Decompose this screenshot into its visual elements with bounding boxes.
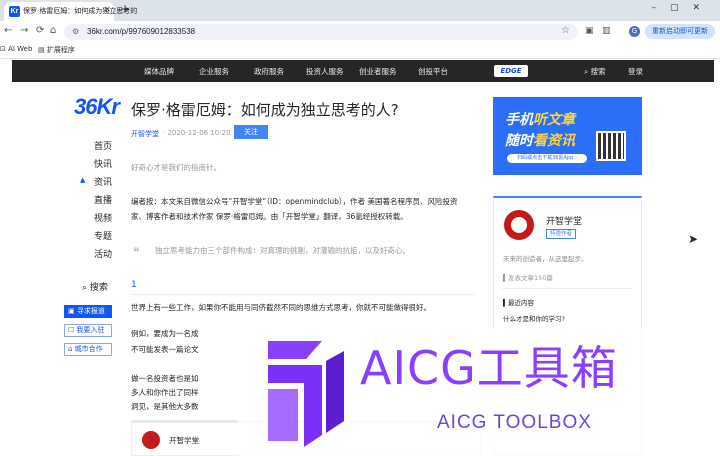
bookmarks-bar: ⊡ AI Web ▤ 扩展程序 — [0, 42, 720, 59]
ad-line-2: 随时看资讯 — [505, 133, 575, 149]
bookmark-item-extensions[interactable]: ▤ 扩展程序 — [38, 45, 75, 55]
nav-search-button[interactable]: ⌕ 搜索 — [584, 66, 606, 77]
bookmark-star-icon[interactable]: ☆ — [561, 25, 570, 36]
nav-badge[interactable]: EDGE — [494, 65, 528, 77]
window-controls[interactable]: –▢✕ — [651, 3, 714, 13]
article-summary: 好奇心才是我们的指南针。 — [131, 163, 221, 172]
watermark-subtitle: AICG TOOLBOX — [437, 412, 592, 433]
watermark-title: AICG工具箱 — [360, 341, 618, 395]
section-divider — [131, 294, 476, 295]
site-nav: 媒体品牌 企业服务 政府服务 投资人服务 创业者服务 创投平台 EDGE ⌕ 搜… — [12, 60, 714, 82]
ad-cta[interactable]: 扫码或点击下载36氪App › — [507, 154, 587, 163]
url-text[interactable]: 36kr.com/p/997609012833538 — [87, 27, 195, 36]
nav-item-enterprise[interactable]: 企业服务 — [199, 66, 229, 77]
back-icon[interactable]: ← — [4, 25, 12, 36]
app-download-ad[interactable]: 手机听文章 随时看资讯 扫码或点击下载36氪App › — [493, 97, 642, 175]
author-tag-badge: 特邀作者 — [546, 229, 576, 239]
author-description: 未来的创造者，从这里起步。 — [503, 255, 588, 263]
author-name[interactable]: 开智学堂 — [546, 214, 582, 227]
author-stats: ▍发表文章150篇 — [503, 274, 553, 282]
new-tab-button[interactable]: + — [120, 2, 130, 16]
nav-item-investor[interactable]: 投资人服务 — [306, 66, 344, 77]
nav-item-founder[interactable]: 创业者服务 — [359, 66, 397, 77]
browser-toolbar: ← → ⟳ ⌂ ⚙ 36kr.com/p/997609012833538 ☆ ▣… — [0, 21, 720, 42]
section-number: 1 — [131, 280, 137, 290]
close-tab-icon[interactable]: ✕ — [104, 5, 111, 14]
ad-line-1: 手机听文章 — [505, 112, 575, 128]
kr-favicon-icon: Kr — [9, 6, 20, 17]
quote-icon: ❝ — [133, 245, 140, 259]
follow-button[interactable]: 关注 — [234, 125, 268, 139]
extension-icons[interactable]: ▣ ▥ — [585, 26, 611, 36]
paragraph-2-line-1: 例如，要成为一名成 — [131, 329, 199, 338]
forward-icon[interactable]: → — [20, 25, 28, 36]
home-icon[interactable]: ⌂ — [50, 25, 56, 36]
sidebar-item-flash[interactable]: 快讯 — [94, 157, 112, 170]
sidebar-item-news[interactable]: 资讯 — [94, 175, 112, 188]
seek-coverage-button[interactable]: ▣ 寻求报道 — [64, 305, 112, 318]
author-avatar[interactable] — [504, 210, 534, 240]
editor-note-line-1: 编者按：本文来自微信公众号“开智学堂”（ID：openmindclub），作者 … — [131, 197, 458, 206]
sidebar-item-topics[interactable]: 专题 — [94, 229, 112, 242]
mouse-pointer-icon: ➤ — [688, 232, 699, 246]
publish-date: · 2020-12-06 10:20 — [163, 129, 231, 137]
aicg-logo-icon — [268, 341, 344, 447]
nav-item-vc-platform[interactable]: 创投平台 — [418, 66, 448, 77]
site-logo[interactable]: 36Kr — [74, 94, 120, 120]
author-link[interactable]: 开智学堂 — [131, 129, 159, 139]
author-avatar — [142, 431, 160, 449]
paragraph-3-line-2: 多人和你作出了同样 — [131, 388, 199, 397]
qr-code-icon — [596, 131, 626, 161]
join-button[interactable]: ☐ 我要入驻 — [64, 324, 112, 337]
nav-item-government[interactable]: 政府服务 — [254, 66, 284, 77]
tab-bar: Kr 保罗·格雷厄姆：如何成为独立思考的 ✕ + –▢✕ — [0, 0, 720, 21]
profile-avatar[interactable]: G — [629, 26, 640, 37]
sidebar-search[interactable]: ⌕ 搜索 — [82, 280, 108, 293]
paragraph-1: 世界上有一些工作，如果你不能用与同侪截然不同的思维方式思考，你就不可能做得很好。 — [131, 303, 431, 312]
current-indicator-icon: ▲ — [80, 176, 86, 184]
sidebar-item-home[interactable]: 首页 — [94, 139, 112, 152]
editor-note-line-2: 家、博客作者和技术作家 保罗·格雷厄姆。由「开智学堂」翻译，36氪经授权转载。 — [131, 212, 408, 221]
sidebar-item-events[interactable]: 活动 — [94, 247, 112, 260]
bookmark-item-ai-web[interactable]: ⊡ AI Web — [0, 45, 32, 53]
reload-icon[interactable]: ⟳ — [36, 25, 44, 36]
site-info-icon[interactable]: ⚙ — [72, 27, 79, 36]
paragraph-3-line-1: 做一名投资者也是如 — [131, 374, 199, 383]
recent-label: ▍最近内容 — [503, 299, 534, 307]
article-quote: 独立思考能力由三个部件构成：对真理的挑剔，对灌输的抗拒，以及好奇心。 — [155, 246, 410, 255]
nav-login-button[interactable]: 登录 — [628, 66, 643, 77]
search-icon: ⌕ — [584, 67, 589, 76]
search-icon: ⌕ — [82, 283, 88, 293]
sidebar-item-video[interactable]: 视频 — [94, 211, 112, 224]
nav-item-media[interactable]: 媒体品牌 — [144, 66, 174, 77]
browser-tab[interactable]: Kr 保罗·格雷厄姆：如何成为独立思考的 ✕ — [4, 2, 137, 21]
address-bar[interactable]: ⚙ 36kr.com/p/997609012833538 ☆ — [64, 24, 578, 40]
paragraph-2-line-2: 不可能发表一篇论文 — [131, 345, 199, 354]
recent-article-link[interactable]: 什么才是和你的学习? — [503, 313, 565, 323]
author-embed-name: 开智学堂 — [169, 436, 199, 445]
divider — [502, 288, 632, 289]
paragraph-3-line-3: 洞见，是其他大多数 — [131, 402, 199, 411]
update-button[interactable]: 重新启动即可更新 — [645, 24, 715, 39]
sidebar-item-live[interactable]: 直播 — [94, 193, 112, 206]
article-title: 保罗·格雷厄姆：如何成为独立思考的人? — [131, 101, 399, 119]
city-partner-button[interactable]: ⌂ 城市合作 — [64, 343, 112, 356]
